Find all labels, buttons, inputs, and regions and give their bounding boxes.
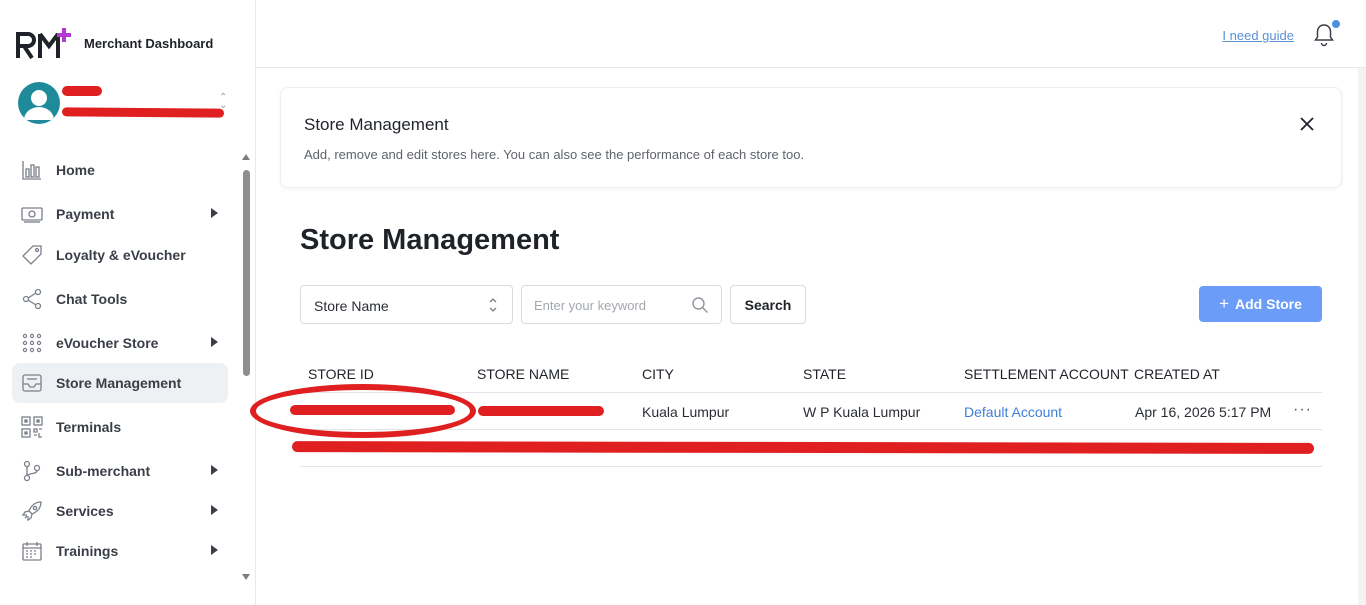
sidebar-item-payment[interactable]: Payment (12, 194, 228, 234)
column-header-created-at[interactable]: CREATED AT (1134, 366, 1220, 382)
avatar (18, 82, 60, 124)
guide-link[interactable]: I need guide (1222, 28, 1294, 43)
sidebar-item-label: Services (56, 503, 114, 519)
branch-icon (20, 459, 44, 483)
sidebar-item-label: Payment (56, 206, 115, 222)
cell-state: W P Kuala Lumpur (803, 404, 921, 420)
sidebar-item-label: eVoucher Store (56, 335, 159, 351)
sidebar-item-label: Sub-merchant (56, 463, 151, 479)
chevron-up-down-icon: ⌃ ⌄ (219, 92, 228, 111)
column-header-store-id[interactable]: STORE ID (308, 366, 374, 382)
notification-dot (1332, 20, 1340, 28)
redaction-mark (62, 86, 102, 96)
info-banner-description: Add, remove and edit stores here. You ca… (304, 147, 805, 162)
column-header-settlement-account[interactable]: SETTLEMENT ACCOUNT (964, 366, 1129, 382)
add-store-label: Add Store (1235, 296, 1302, 312)
sidebar-item-trainings[interactable]: Trainings (12, 531, 228, 571)
rm-logo-icon (16, 28, 71, 60)
bar-chart-icon (20, 158, 44, 182)
sidebar-scrollbar[interactable] (241, 152, 251, 586)
inbox-icon (20, 371, 44, 395)
redaction-mark (478, 406, 604, 416)
caret-right-icon (211, 545, 218, 555)
qr-code-icon (20, 415, 44, 439)
tag-icon (20, 243, 44, 267)
user-avatar-icon (24, 90, 54, 120)
sidebar-item-label: Chat Tools (56, 291, 128, 307)
sidebar-item-loyalty[interactable]: Loyalty & eVoucher (12, 235, 228, 275)
cash-icon (20, 202, 44, 226)
plus-icon: + (1219, 294, 1230, 313)
scroll-up-icon[interactable] (242, 154, 250, 160)
page-scrollbar[interactable] (1358, 68, 1366, 605)
sidebar-item-evoucher-store[interactable]: eVoucher Store (12, 323, 228, 363)
sidebar-item-services[interactable]: Services (12, 491, 228, 531)
sidebar-item-label: Loyalty & eVoucher (56, 247, 186, 263)
grid-dots-icon (20, 331, 44, 355)
add-store-button[interactable]: + Add Store (1199, 286, 1322, 322)
account-switcher[interactable]: ⌃ ⌄ (18, 82, 232, 124)
sidebar-item-terminals[interactable]: Terminals (12, 407, 228, 447)
sidebar-item-chat-tools[interactable]: Chat Tools (12, 279, 228, 319)
sidebar-item-label: Home (56, 162, 95, 178)
caret-right-icon (211, 337, 218, 347)
sidebar-item-store-management[interactable]: Store Management (12, 363, 228, 403)
notification-bell[interactable] (1312, 20, 1340, 48)
caret-right-icon (211, 465, 218, 475)
scroll-down-icon[interactable] (242, 574, 250, 580)
top-header: I need guide (256, 0, 1366, 68)
chevron-up-down-icon (489, 298, 497, 312)
search-icon[interactable] (691, 296, 709, 314)
redaction-mark (291, 441, 1315, 454)
caret-right-icon (211, 505, 218, 515)
column-header-store-name[interactable]: STORE NAME (477, 366, 569, 382)
search-field-select[interactable]: Store Name (300, 285, 513, 324)
sidebar-item-sub-merchant[interactable]: Sub-merchant (12, 451, 228, 491)
column-header-state[interactable]: STATE (803, 366, 846, 382)
caret-right-icon (211, 208, 218, 218)
cell-settlement-account-link[interactable]: Default Account (964, 404, 1062, 420)
cell-created-at: Apr 16, 2026 5:17 PM (1135, 404, 1272, 420)
info-banner-title: Store Management (304, 115, 449, 134)
sidebar-item-label: Trainings (56, 543, 119, 559)
keyword-search-box (521, 285, 722, 324)
sidebar: Merchant Dashboard ⌃ ⌄ Home Payment Loya… (0, 0, 256, 605)
cell-city: Kuala Lumpur (642, 404, 730, 420)
redaction-circle (250, 384, 476, 438)
brand[interactable]: Merchant Dashboard (16, 26, 213, 60)
sidebar-item-label: Store Management (56, 375, 182, 391)
scrollbar-thumb[interactable] (243, 170, 250, 376)
close-icon[interactable] (1299, 116, 1315, 132)
share-icon (20, 287, 44, 311)
page-title: Store Management (300, 224, 560, 256)
keyword-input[interactable] (534, 295, 684, 315)
search-field-select-value: Store Name (314, 298, 389, 314)
search-button[interactable]: Search (730, 285, 806, 324)
sidebar-item-label: Terminals (56, 419, 122, 435)
calendar-icon (20, 539, 44, 563)
brand-title: Merchant Dashboard (84, 35, 214, 51)
sidebar-item-home[interactable]: Home (12, 150, 228, 190)
column-header-city[interactable]: CITY (642, 366, 674, 382)
redaction-mark (61, 107, 225, 118)
more-actions-icon[interactable]: ··· (1293, 401, 1312, 419)
info-banner: Store Management Add, remove and edit st… (280, 87, 1342, 188)
rocket-icon (20, 499, 44, 523)
